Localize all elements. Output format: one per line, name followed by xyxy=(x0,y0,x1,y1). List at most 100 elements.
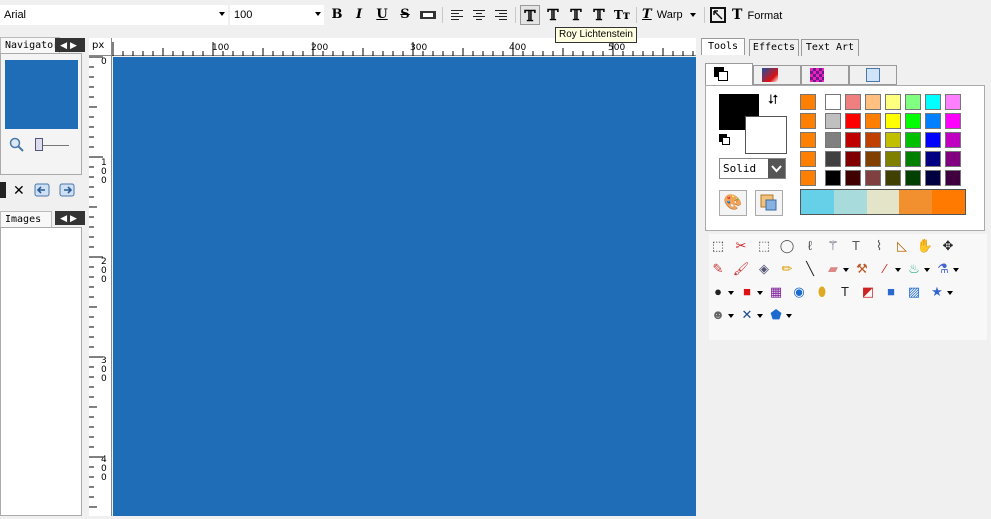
align-right-button[interactable] xyxy=(491,5,511,25)
eraser-icon[interactable]: ▰ xyxy=(824,260,842,278)
palette-swatch[interactable] xyxy=(865,113,881,129)
tab-texture[interactable] xyxy=(849,65,897,85)
crop-icon[interactable]: ✂ xyxy=(732,237,750,255)
palette-swatch[interactable] xyxy=(825,170,841,186)
recent-color-swatch[interactable] xyxy=(800,151,816,167)
ruler-icon[interactable]: ⌇ xyxy=(870,237,888,255)
chevron-down-icon[interactable] xyxy=(843,268,849,272)
palette-swatch[interactable] xyxy=(845,170,861,186)
strikethrough-button[interactable]: S xyxy=(395,5,415,25)
gradient-fill-icon[interactable]: ■ xyxy=(882,283,900,301)
open-image-icon[interactable] xyxy=(0,182,6,198)
navigator-scroll-arrows[interactable]: ◀▶ xyxy=(55,38,85,52)
palette-swatch[interactable] xyxy=(945,94,961,110)
palette-swatch[interactable] xyxy=(945,170,961,186)
palette-swatch[interactable] xyxy=(905,113,921,129)
color-picker-button[interactable]: 🎨 xyxy=(719,190,747,216)
zoom-icon[interactable]: ● xyxy=(709,283,727,301)
recent-color-swatch[interactable] xyxy=(800,94,816,110)
palette-swatch[interactable] xyxy=(825,132,841,148)
chevron-down-icon[interactable] xyxy=(757,291,763,295)
cylinder-icon[interactable]: ⬮ xyxy=(813,283,831,301)
pencil-icon[interactable]: ✏ xyxy=(778,260,796,278)
palette-swatch[interactable] xyxy=(925,132,941,148)
magic-wand-icon[interactable]: ⚚ xyxy=(824,237,842,255)
palette-swatch[interactable] xyxy=(905,94,921,110)
palette-swatch[interactable] xyxy=(945,132,961,148)
palette-swatch[interactable] xyxy=(825,94,841,110)
palette-swatch[interactable] xyxy=(885,151,901,167)
italic-button[interactable]: I xyxy=(349,5,369,25)
shape-icon[interactable]: ■ xyxy=(738,283,756,301)
font-name-select[interactable]: Arial xyxy=(0,5,228,25)
tab-gradient[interactable] xyxy=(753,65,801,85)
text-style-emboss-button[interactable]: 𝕋 xyxy=(566,5,586,25)
recent-color-swatch[interactable] xyxy=(800,170,816,186)
hand-icon[interactable]: ✋ xyxy=(916,237,934,255)
line-style-select[interactable]: Solid xyxy=(719,158,786,179)
chevron-down-icon[interactable] xyxy=(728,314,734,318)
line-icon[interactable]: ╲ xyxy=(801,260,819,278)
text-style-small-caps-button[interactable]: Tᴛ xyxy=(612,5,632,25)
palette-swatch[interactable] xyxy=(905,170,921,186)
stamp-icon[interactable]: ⚒ xyxy=(853,260,871,278)
palette-swatch[interactable] xyxy=(905,132,921,148)
font-size-select[interactable]: 100 xyxy=(230,5,324,25)
palette-swatch[interactable] xyxy=(885,132,901,148)
chevron-down-icon[interactable] xyxy=(924,268,930,272)
angle-icon[interactable]: ◺ xyxy=(893,237,911,255)
palette-swatch[interactable] xyxy=(865,151,881,167)
ellipse-select-icon[interactable]: ◯ xyxy=(778,237,796,255)
gradient-strip[interactable] xyxy=(800,189,966,215)
text-style-shadow-button[interactable]: 𝕋 xyxy=(543,5,563,25)
palette-swatch[interactable] xyxy=(925,94,941,110)
gradient-swatch[interactable] xyxy=(932,190,965,214)
brush-icon[interactable]: 🖌 xyxy=(732,260,750,278)
path-icon[interactable]: ✕ xyxy=(738,306,756,324)
gradient-tool-icon[interactable]: ◩ xyxy=(859,283,877,301)
recent-color-swatch[interactable] xyxy=(800,132,816,148)
text-tool-icon[interactable]: T xyxy=(836,283,854,301)
palette-swatch[interactable] xyxy=(945,151,961,167)
tab-navigator[interactable]: Navigator xyxy=(0,37,60,53)
palette-swatch[interactable] xyxy=(885,170,901,186)
palette-swatch[interactable] xyxy=(845,94,861,110)
blur-icon[interactable]: ♨ xyxy=(905,260,923,278)
text-width-button[interactable] xyxy=(418,5,438,25)
navigator-preview[interactable] xyxy=(5,60,78,129)
palette-swatch[interactable] xyxy=(845,113,861,129)
palette-swatch[interactable] xyxy=(885,94,901,110)
chevron-down-icon[interactable] xyxy=(728,291,734,295)
drawing-canvas[interactable] xyxy=(113,57,696,516)
tab-solid-color[interactable] xyxy=(705,63,753,85)
swap-colors-icon[interactable]: ⮃ xyxy=(768,92,778,108)
palette-swatch[interactable] xyxy=(825,113,841,129)
palette-swatch[interactable] xyxy=(865,132,881,148)
format-button[interactable]: T Format xyxy=(732,5,790,25)
user-icon[interactable]: ☻ xyxy=(709,306,727,324)
tab-effects[interactable]: Effects xyxy=(749,39,799,56)
pattern-tool-icon[interactable]: ▦ xyxy=(767,283,785,301)
align-center-button[interactable] xyxy=(469,5,489,25)
target-icon[interactable]: ◉ xyxy=(790,283,808,301)
chevron-down-icon[interactable] xyxy=(947,291,953,295)
text-style-3d-button[interactable]: 𝕋 xyxy=(589,5,609,25)
hatch-icon[interactable]: ▨ xyxy=(905,283,923,301)
text-select-icon[interactable]: T xyxy=(847,237,865,255)
palette-swatch[interactable] xyxy=(925,170,941,186)
marquee-select-icon[interactable]: ⬚ xyxy=(755,237,773,255)
palette-swatch[interactable] xyxy=(925,113,941,129)
gradient-swatch[interactable] xyxy=(833,190,867,214)
custom-color-button[interactable] xyxy=(755,190,783,216)
polygon-icon[interactable]: ⬟ xyxy=(767,306,785,324)
chevron-down-icon[interactable] xyxy=(953,268,959,272)
tab-text-art[interactable]: Text Art xyxy=(801,39,859,56)
star-icon[interactable]: ★ xyxy=(928,283,946,301)
tab-tools[interactable]: Tools xyxy=(701,38,745,55)
previous-image-icon[interactable] xyxy=(34,182,50,198)
gradient-swatch[interactable] xyxy=(866,190,900,214)
bold-button[interactable]: B xyxy=(327,5,347,25)
images-scroll-arrows[interactable]: ◀▶ xyxy=(55,211,85,225)
rect-select-icon[interactable]: ⬚ xyxy=(709,237,727,255)
tab-pattern[interactable] xyxy=(801,65,849,85)
